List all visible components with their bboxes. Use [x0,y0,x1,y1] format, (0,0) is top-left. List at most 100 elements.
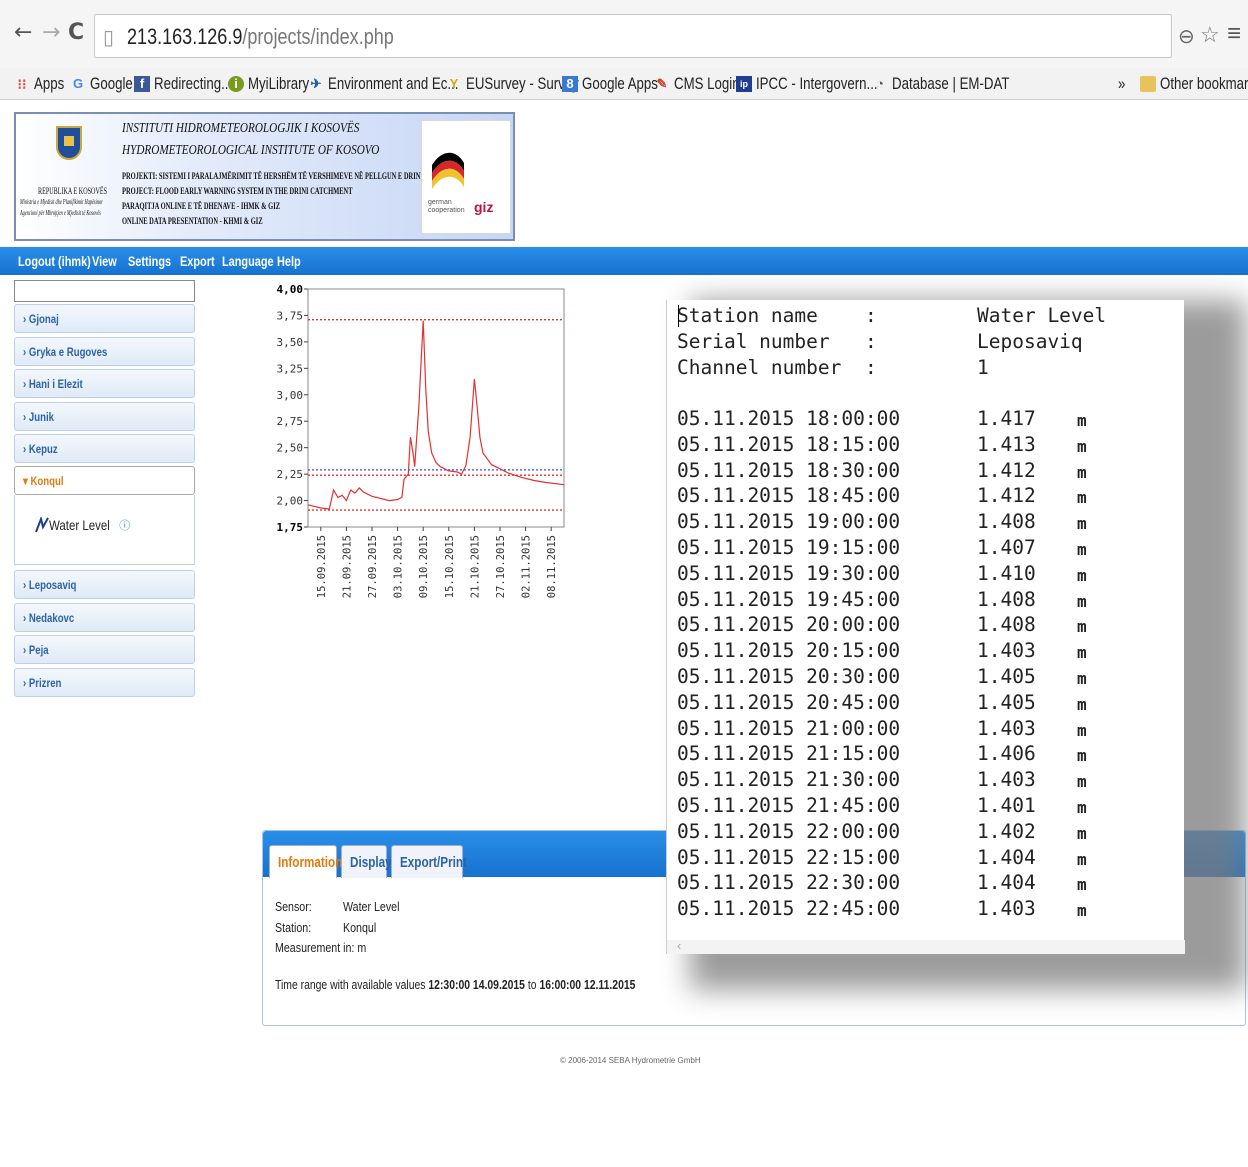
popup-row-value: 1.402 [977,819,1036,843]
station-item-peja[interactable]: › Peja [14,635,195,664]
popup-header-key: Station name [677,304,818,327]
menu-logout[interactable]: Logout (ihmk) [18,253,91,269]
popup-row-unit: m [1077,694,1087,714]
menu-help[interactable]: Help [277,253,301,269]
emdat-icon: ◔ [876,76,884,91]
popup-row-unit: m [1077,411,1087,430]
popup-row-timestamp: 05.11.2015 21:45:00 [677,794,901,817]
sensor-item-water-level[interactable]: Water Level ⓘ [35,517,130,533]
station-item-hani-i-elezit[interactable]: › Hani i Elezit [14,369,195,398]
station-item-kepuz[interactable]: › Kepuz [14,434,195,463]
url-text[interactable]: 213.163.126.9/projects/index.php [127,24,394,50]
tab-label: Export/Print [400,854,467,871]
overflow-label: » [1118,74,1126,93]
banner-title-ks: INSTITUTI HIDROMETEOROLOGJIK I KOSOVËS [122,121,360,136]
popup-row-value: 1.403 [977,768,1036,792]
tab-information[interactable]: Information [269,845,342,878]
forward-icon[interactable]: → [42,20,60,45]
bookmark-label: Environment and Ec... [328,74,459,93]
x-tick-label: 21.09.2015 [341,535,353,598]
menu-language[interactable]: Language [222,253,274,269]
station-label: Gjonaj [28,312,59,326]
header-banner: REPUBLIKA E KOSOVËS Ministria e Mjedisit… [14,112,515,241]
tab-display[interactable]: Display [341,845,392,878]
station-item-konqul[interactable]: ▾ Konqul [14,466,195,495]
popup-row-unit: m [1077,720,1087,740]
popup-header-value: Water Level [977,304,1107,327]
menu-settings[interactable]: Settings [128,253,171,269]
popup-row-value: 1.405 [977,690,1036,714]
menu-view[interactable]: View [92,253,117,269]
y-tick-label: 3,25 [277,362,304,375]
bookmark-emdat[interactable]: ◔ Database | EM-DAT [872,72,1043,96]
google-icon: G [72,76,84,91]
main-menu-bar: Logout (ihmk) View Settings Export Langu… [0,247,1248,275]
banner-project-ks: PROJEKTI: SISTEMI I PARALAJMËRIMIT TË HE… [122,171,428,181]
station-item-junik[interactable]: › Junik [14,402,195,431]
data-popup-window[interactable]: Station name: Water Level Serial number: Le… [666,300,1185,954]
address-bar[interactable]: ▯ 213.163.126.9/projects/index.php [94,14,1172,58]
banner-project-en: PROJECT: FLOOD EARLY WARNING SYSTEM IN T… [122,186,353,196]
environment-icon: ✈ [310,76,322,91]
back-icon[interactable]: ← [14,20,32,45]
bookmarks-overflow[interactable]: » [1118,72,1127,96]
popup-row-timestamp: 05.11.2015 22:30:00 [677,871,901,895]
scroll-left-icon[interactable]: ‹ [677,938,681,953]
station-item-nedakovc[interactable]: › Nedakovc [14,603,195,632]
popup-row-unit: m [1077,643,1087,663]
browser-menu-icon[interactable]: ≡ [1227,20,1241,48]
x-tick-label: 03.10.2015 [393,535,405,598]
station-label: Peja [28,643,49,657]
station-item-leposaviq[interactable]: › Leposaviq [14,570,195,599]
cms-icon: ✎ [656,76,668,91]
measurement-unit: Measurement in: m [275,940,367,955]
y-tick-label: 3,50 [277,336,304,349]
popup-header-colon: : [865,329,877,353]
ipcc-icon: ip [736,76,752,92]
popup-row-unit: m [1077,849,1087,869]
popup-row-timestamp: 05.11.2015 21:15:00 [677,742,901,766]
popup-row-unit: m [1077,462,1087,482]
station-label: Konqul [30,474,64,488]
station-item-prizren[interactable]: › Prizren [14,668,195,697]
giz-text: giz [474,199,494,215]
banner-title-en: HYDROMETEOROLOGICAL INSTITUTE OF KOSOVO [122,143,380,158]
popup-row-timestamp: 05.11.2015 18:45:00 [677,484,901,508]
popup-header-colon: : [865,355,877,379]
sensor-label: Water Level [49,517,110,533]
facebook-icon: f [134,76,150,92]
other-bookmarks[interactable]: Other bookmarks [1140,72,1248,96]
y-tick-label: 3,75 [277,309,304,322]
apps-grid-icon: ⁝⁝ [17,76,27,92]
horizontal-scrollbar[interactable]: ‹ [667,938,1185,954]
y-tick-label: 2,75 [277,415,304,428]
bookmark-apps[interactable]: ⁝⁝ Apps [14,72,73,96]
info-icon[interactable]: ⓘ [119,517,130,533]
popup-row-unit: m [1077,669,1087,688]
sensor-key: Sensor: [275,899,312,914]
station-item-gjonaj[interactable]: › Gjonaj [14,304,195,333]
popup-header-value: Leposaviq [977,329,1083,353]
reload-icon[interactable]: C [68,20,84,45]
popup-row-value: 1.404 [977,845,1036,869]
popup-row-value: 1.408 [977,613,1036,637]
water-level-chart[interactable]: 4,00 3,75 3,50 3,25 3,00 2,75 2,50 2,25 2,00 1,75… [270,282,570,632]
bookmark-star-icon[interactable]: ☆ [1200,22,1220,48]
popup-row-value: 1.406 [977,742,1036,766]
station-sensor-panel: Water Level ⓘ [14,495,195,565]
y-tick-label: 1,75 [277,521,304,534]
x-tick-label: 02.11.2015 [521,535,533,598]
station-item-gryka-e-rugoves[interactable]: › Gryka e Rugoves [14,337,195,366]
y-tick-label: 2,25 [277,468,304,481]
menu-export[interactable]: Export [180,253,215,269]
zoom-icon[interactable]: ⊖ [1178,24,1195,49]
station-search-input[interactable] [14,280,195,302]
station-label: Nedakovc [28,611,75,625]
browser-toolbar: ← → C ▯ 213.163.126.9/projects/index.php… [0,0,1248,68]
popup-row-timestamp: 05.11.2015 19:45:00 [677,587,901,611]
popup-row-timestamp: 05.11.2015 19:00:00 [677,510,901,534]
station-label: Hani i Elezit [28,377,83,391]
bookmark-label: MyiLibrary [248,74,310,93]
popup-row-unit: m [1077,798,1087,817]
tab-export-print[interactable]: Export/Print [391,845,467,878]
